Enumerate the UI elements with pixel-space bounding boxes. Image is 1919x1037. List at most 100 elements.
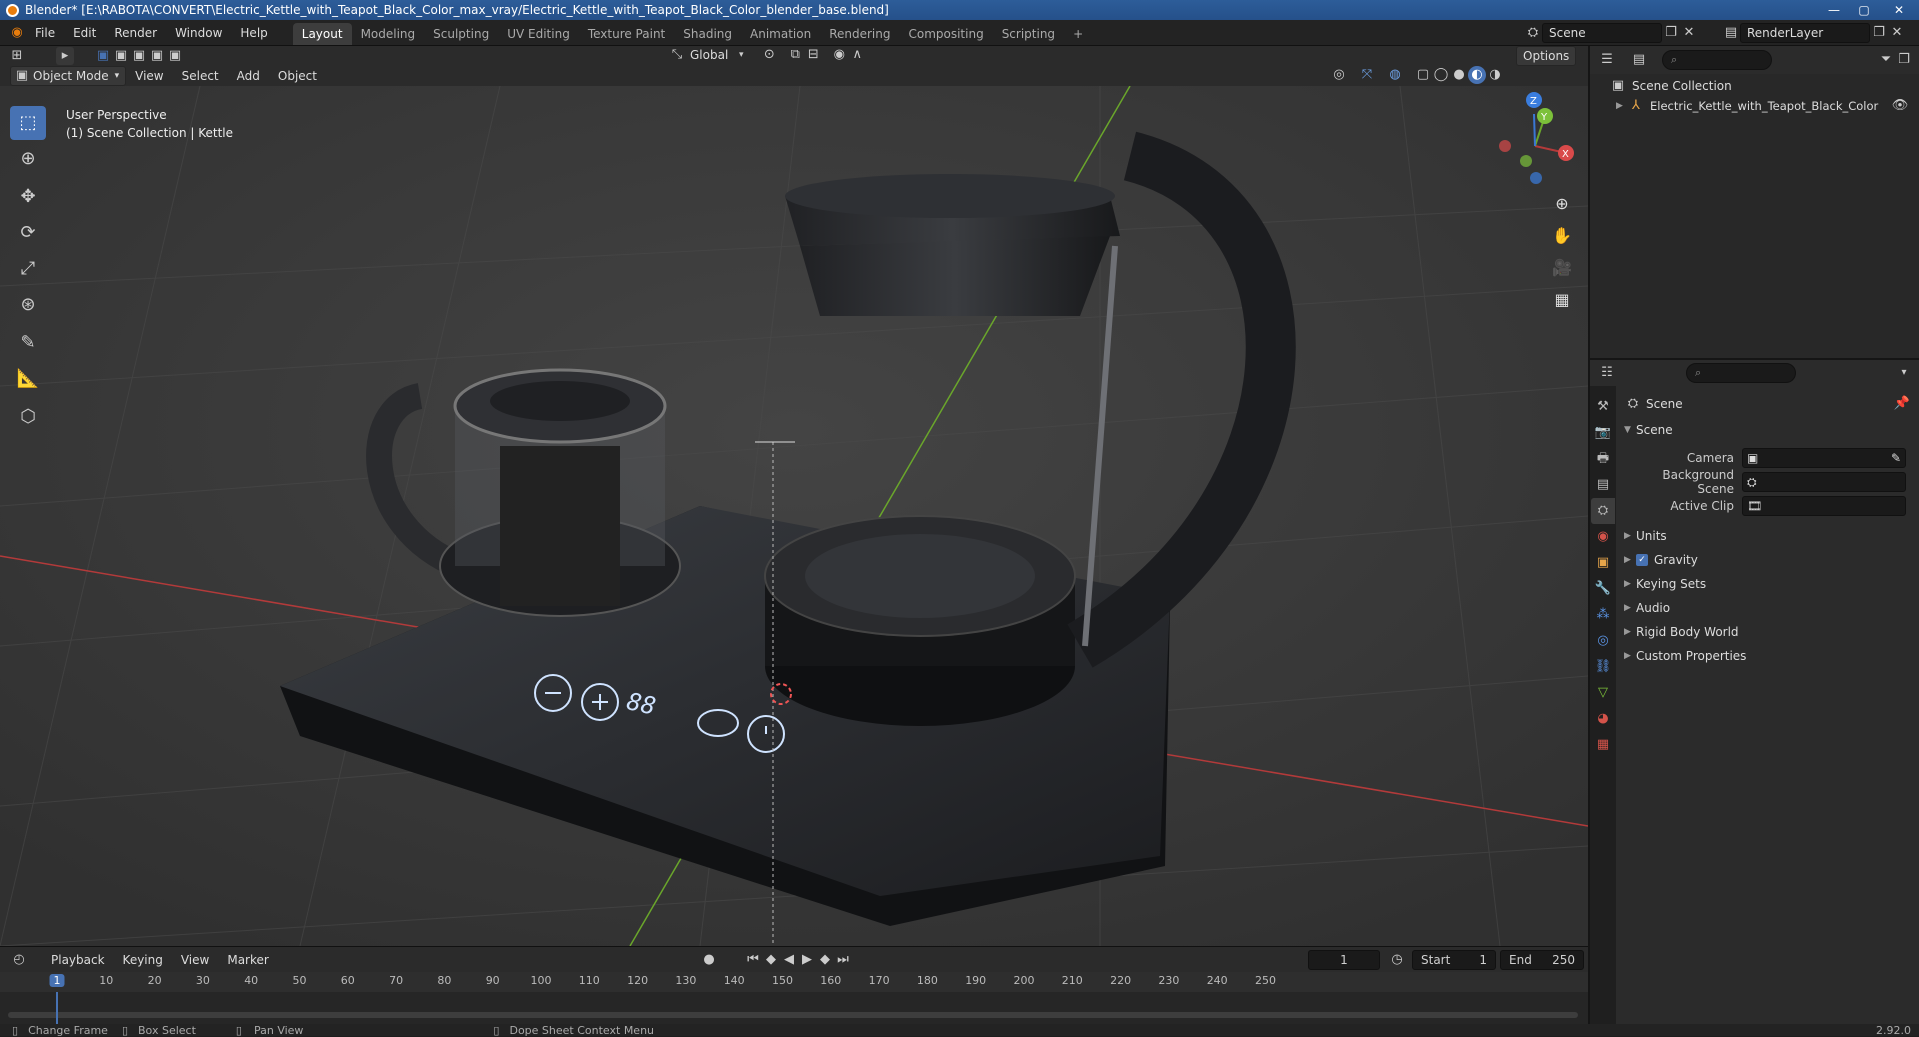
orientation-dropdown[interactable]: Global — [686, 48, 732, 62]
viewport-menu-view[interactable]: View — [126, 66, 172, 86]
cursor-tool-icon[interactable]: ⊕ — [10, 142, 46, 176]
gravity-checkbox[interactable]: ✓ — [1636, 554, 1648, 566]
scene-icon[interactable]: ⛭ — [1524, 24, 1542, 42]
properties-search-input[interactable]: ⌕ — [1686, 363, 1796, 383]
close-button[interactable]: ✕ — [1879, 1, 1919, 19]
solid-shading-icon[interactable]: ● — [1450, 66, 1468, 84]
eye-icon[interactable]: 👁 — [1891, 97, 1909, 115]
tab-uv-editing[interactable]: UV Editing — [498, 23, 579, 45]
timeline-menu-marker[interactable]: Marker — [218, 947, 277, 973]
tab-animation[interactable]: Animation — [741, 23, 820, 45]
move-tool-icon[interactable]: ✥ — [10, 180, 46, 214]
menu-render[interactable]: Render — [105, 20, 166, 46]
panel-rigid-body-world[interactable]: ▶ Rigid Body World — [1624, 620, 1911, 644]
mode-dropdown[interactable]: ▣ Object Mode ▾ — [10, 66, 127, 86]
object-tab-icon[interactable]: ▣ — [1591, 550, 1615, 576]
select-subtract-icon[interactable]: ▣ — [130, 47, 148, 65]
tab-modeling[interactable]: Modeling — [352, 23, 425, 45]
playhead-frame-label[interactable]: 1 — [49, 974, 65, 987]
timeline-menu-view[interactable]: View — [172, 947, 218, 973]
start-frame-field[interactable]: Start 1 — [1412, 949, 1496, 970]
playhead-line[interactable] — [56, 992, 58, 1024]
chevron-down-icon[interactable]: ▾ — [1895, 364, 1913, 382]
select-extend-icon[interactable]: ▣ — [112, 47, 130, 65]
minimize-button[interactable]: — — [1819, 1, 1849, 19]
add-workspace-button[interactable]: + — [1064, 23, 1092, 45]
tab-rendering[interactable]: Rendering — [820, 23, 899, 45]
play-reverse-icon[interactable]: ◀ — [780, 951, 798, 969]
camera-field[interactable]: ▣ ✎ — [1742, 448, 1906, 468]
tab-texture-paint[interactable]: Texture Paint — [579, 23, 674, 45]
world-tab-icon[interactable]: ◉ — [1591, 524, 1615, 550]
timeline-menu-keying[interactable]: Keying — [114, 947, 172, 973]
visibility-icon[interactable]: ◎ — [1330, 66, 1348, 84]
panel-audio[interactable]: ▶ Audio — [1624, 596, 1911, 620]
outliner-editor-icon[interactable]: ☰ — [1598, 51, 1616, 69]
properties-editor-icon[interactable]: ☷ — [1598, 364, 1616, 382]
snap-target-icon[interactable]: ⊟ — [804, 46, 822, 64]
new-view-layer-icon[interactable]: ❐ — [1870, 24, 1888, 42]
view-layer-tab-icon[interactable]: ▤ — [1591, 472, 1615, 498]
wireframe-shading-icon[interactable]: ◯ — [1432, 66, 1450, 84]
tab-shading[interactable]: Shading — [674, 23, 741, 45]
outliner-search-input[interactable]: ⌕ — [1662, 50, 1772, 70]
filter-icon[interactable]: ⏷ — [1877, 51, 1895, 69]
3d-viewport[interactable]: 88 X Y Z User Perspective (1) Scene Coll… — [0, 86, 1588, 946]
timeline-menu-playback[interactable]: Playback — [42, 947, 114, 973]
pivot-icon[interactable]: ⊙ — [760, 46, 778, 64]
xray-icon[interactable]: ▢ — [1414, 66, 1432, 84]
tab-scripting[interactable]: Scripting — [993, 23, 1064, 45]
menu-edit[interactable]: Edit — [64, 20, 105, 46]
timeline-scrollbar[interactable] — [8, 1012, 1578, 1018]
outliner-row-kettle[interactable]: ▶ ⅄ Electric_Kettle_with_Teapot_Black_Co… — [1590, 96, 1919, 116]
current-frame-field[interactable]: 1 — [1308, 949, 1380, 970]
rotate-tool-icon[interactable]: ⟳ — [10, 216, 46, 250]
next-keyframe-icon[interactable]: ◆ — [816, 951, 834, 969]
viewport-menu-object[interactable]: Object — [269, 66, 326, 86]
play-icon[interactable]: ▶ — [798, 951, 816, 969]
data-tab-icon[interactable]: ▽ — [1591, 680, 1615, 706]
end-frame-field[interactable]: End 250 — [1500, 949, 1584, 970]
new-scene-icon[interactable]: ❐ — [1662, 24, 1680, 42]
clock-editor-icon[interactable]: ◴ — [10, 951, 28, 969]
tab-sculpting[interactable]: Sculpting — [424, 23, 498, 45]
jump-start-icon[interactable]: ⏮ — [744, 951, 762, 969]
snap-icon[interactable]: ⧉ — [786, 46, 804, 64]
particles-tab-icon[interactable]: ⁂ — [1591, 602, 1615, 628]
panel-units[interactable]: ▶ Units — [1624, 524, 1911, 548]
panel-scene[interactable]: ▼ Scene — [1624, 418, 1911, 442]
rendered-shading-icon[interactable]: ◑ — [1486, 66, 1504, 84]
material-shading-icon[interactable]: ◐ — [1468, 66, 1486, 84]
add-cube-tool-icon[interactable]: ⬡ — [10, 400, 46, 434]
modifier-tab-icon[interactable]: 🔧 — [1591, 576, 1615, 602]
new-collection-icon[interactable]: ❐ — [1895, 51, 1913, 69]
pan-hand-icon[interactable]: ✋ — [1548, 222, 1576, 250]
select-intersect-icon[interactable]: ▣ — [166, 47, 184, 65]
panel-keying-sets[interactable]: ▶ Keying Sets — [1624, 572, 1911, 596]
panel-gravity[interactable]: ▶ ✓ Gravity — [1624, 548, 1911, 572]
timeline-area[interactable]: 1 10 20 30 40 50 60 70 80 90 100 110 120 130 140 150 160… — [0, 972, 1588, 1024]
select-box-mode-icon[interactable]: ▸ — [56, 47, 74, 65]
select-invert-icon[interactable]: ▣ — [148, 47, 166, 65]
proportional-edit-icon[interactable]: ◉ — [830, 46, 848, 64]
transform-tool-icon[interactable]: ⊛ — [10, 288, 46, 322]
maximize-button[interactable]: ▢ — [1849, 1, 1879, 19]
options-button[interactable]: Options — [1516, 46, 1577, 66]
texture-tab-icon[interactable]: ▦ — [1591, 732, 1615, 758]
preview-range-icon[interactable]: ◷ — [1388, 951, 1406, 969]
prev-keyframe-icon[interactable]: ◆ — [762, 951, 780, 969]
view-layer-icon[interactable]: ▤ — [1722, 24, 1740, 42]
jump-end-icon[interactable]: ⏭ — [834, 951, 852, 969]
output-tab-icon[interactable]: 🖶 — [1591, 446, 1615, 472]
tab-layout[interactable]: Layout — [292, 22, 352, 45]
editor-type-icon[interactable]: ⊞ — [8, 47, 26, 65]
view-layer-field[interactable]: RenderLayer — [1740, 23, 1870, 43]
menu-file[interactable]: File — [26, 20, 64, 46]
display-mode-icon[interactable]: ▤ — [1630, 51, 1648, 69]
material-tab-icon[interactable]: ◕ — [1591, 706, 1615, 732]
pin-icon[interactable]: 📌 — [1893, 395, 1911, 413]
panel-custom-properties[interactable]: ▶ Custom Properties — [1624, 644, 1911, 668]
blender-menu-icon[interactable]: ◉ — [8, 24, 26, 42]
overlay-toggle-icon[interactable]: ◍ — [1386, 66, 1404, 84]
delete-scene-icon[interactable]: ✕ — [1680, 24, 1698, 42]
